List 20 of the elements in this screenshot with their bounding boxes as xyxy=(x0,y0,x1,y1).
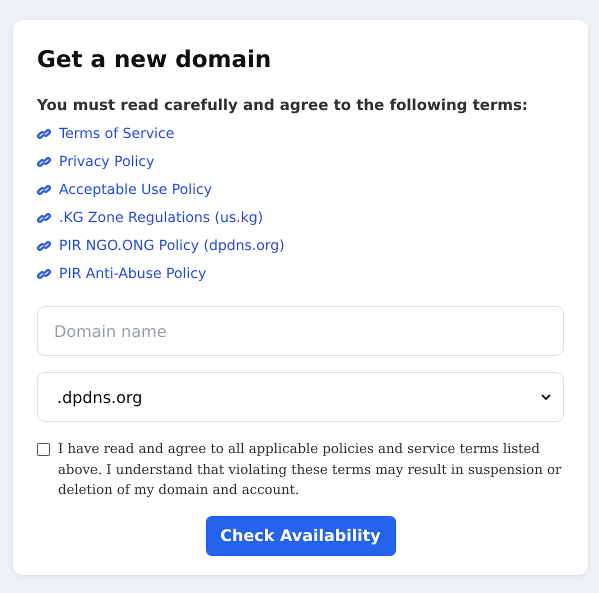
link-icon xyxy=(37,267,51,281)
policy-link[interactable]: Terms of Service xyxy=(59,126,174,142)
terms-heading: You must read carefully and agree to the following terms: xyxy=(37,96,529,114)
policy-link[interactable]: Acceptable Use Policy xyxy=(59,182,212,198)
link-icon xyxy=(37,239,51,253)
link-icon xyxy=(37,183,51,197)
agreement-checkbox[interactable] xyxy=(37,443,50,456)
policy-link[interactable]: PIR Anti-Abuse Policy xyxy=(59,266,206,282)
policy-link[interactable]: .KG Zone Regulations (us.kg) xyxy=(59,210,264,226)
chevron-down-icon xyxy=(541,394,551,400)
policy-link[interactable]: Privacy Policy xyxy=(59,154,154,170)
domain-suffix-select[interactable]: .dpdns.org xyxy=(37,372,564,422)
check-availability-button[interactable]: Check Availability xyxy=(206,516,396,556)
link-icon xyxy=(37,127,51,141)
agreement-text: I have read and agree to all applicable policies and service terms listed above. I understand that violating these terms may result in suspension or deletion of my domain and account. xyxy=(58,441,562,500)
link-icon xyxy=(37,211,51,225)
page-title: Get a new domain xyxy=(37,46,272,75)
domain-name-field[interactable]: Domain name xyxy=(37,306,564,356)
link-icon xyxy=(37,155,51,169)
policy-link[interactable]: PIR NGO.ONG Policy (dpdns.org) xyxy=(59,238,285,254)
